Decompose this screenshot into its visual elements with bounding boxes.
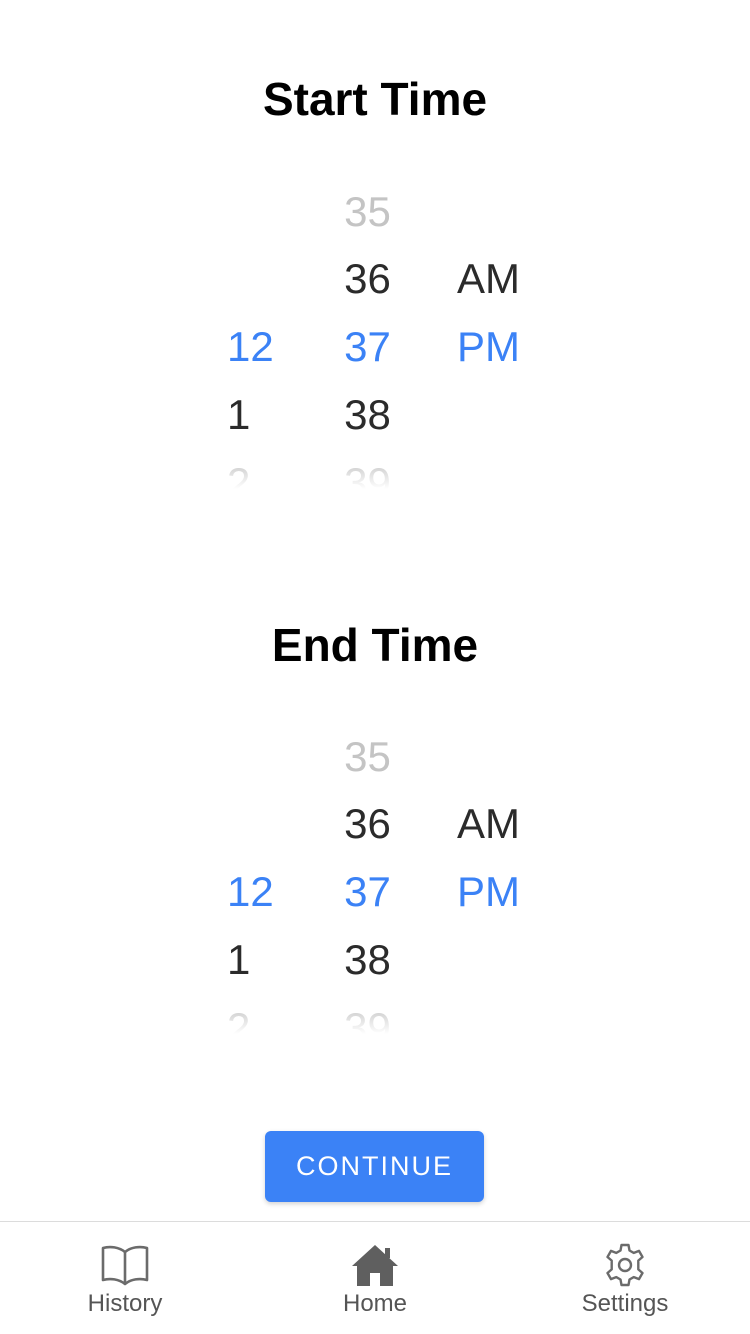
end-hour-wheel[interactable]: 12 1 2 <box>200 723 300 1063</box>
end-period-option[interactable]: AM <box>440 790 550 858</box>
end-minute-option[interactable]: 35 <box>320 723 415 791</box>
start-period-option[interactable] <box>440 449 550 489</box>
tab-settings-label: Settings <box>581 1290 669 1317</box>
start-hour-selected[interactable]: 12 <box>200 313 300 381</box>
start-hour-option[interactable]: 2 <box>200 449 300 489</box>
end-period-option[interactable] <box>440 723 550 791</box>
tab-settings[interactable]: Settings <box>500 1222 750 1334</box>
end-hour-option[interactable] <box>200 790 300 858</box>
start-period-wheel[interactable]: AM PM <box>440 178 550 518</box>
end-minute-selected[interactable]: 37 <box>320 858 415 926</box>
tab-home[interactable]: Home <box>250 1222 500 1334</box>
tab-history-label: History <box>87 1290 163 1317</box>
start-hour-option[interactable] <box>200 245 300 313</box>
end-minute-option[interactable]: 36 <box>320 790 415 858</box>
end-period-selected[interactable]: PM <box>440 858 550 926</box>
start-hour-option[interactable]: 1 <box>200 381 300 449</box>
start-hour-wheel[interactable]: 12 1 2 <box>200 178 300 518</box>
start-minute-option[interactable]: 38 <box>320 381 415 449</box>
tab-home-label: Home <box>342 1290 408 1317</box>
end-minute-option[interactable]: 38 <box>320 926 415 994</box>
tab-bar: History Home Settings <box>0 1221 750 1334</box>
end-hour-option[interactable] <box>200 723 300 791</box>
end-minute-option[interactable]: 39 <box>320 994 415 1034</box>
end-time-title: End Time <box>271 619 479 671</box>
tab-history[interactable]: History <box>0 1222 250 1334</box>
end-time-picker[interactable]: 12 1 2 35 36 37 38 39 AM PM <box>0 723 750 1063</box>
start-minute-option[interactable]: 35 <box>320 178 415 246</box>
end-period-wheel[interactable]: AM PM <box>440 723 550 1063</box>
start-minute-selected[interactable]: 37 <box>320 313 415 381</box>
start-time-picker[interactable]: 12 1 2 35 36 37 38 39 AM PM <box>0 178 750 518</box>
continue-button[interactable]: CONTINUE <box>265 1131 484 1202</box>
end-period-option[interactable] <box>440 994 550 1034</box>
home-icon <box>352 1245 398 1286</box>
end-minute-wheel[interactable]: 35 36 37 38 39 <box>320 723 415 1063</box>
start-period-option[interactable] <box>440 178 550 246</box>
end-hour-option[interactable]: 1 <box>200 926 300 994</box>
end-hour-option[interactable]: 2 <box>200 994 300 1034</box>
start-minute-option[interactable]: 39 <box>320 449 415 489</box>
start-period-option[interactable]: AM <box>440 245 550 313</box>
start-time-title: Start Time <box>262 73 488 125</box>
start-period-option[interactable] <box>440 381 550 449</box>
end-hour-selected[interactable]: 12 <box>200 858 300 926</box>
end-period-option[interactable] <box>440 926 550 994</box>
gear-icon <box>606 1243 644 1287</box>
start-minute-wheel[interactable]: 35 36 37 38 39 <box>320 178 415 518</box>
book-icon <box>101 1245 149 1286</box>
start-period-selected[interactable]: PM <box>440 313 550 381</box>
start-minute-option[interactable]: 36 <box>320 245 415 313</box>
start-hour-option[interactable] <box>200 178 300 246</box>
